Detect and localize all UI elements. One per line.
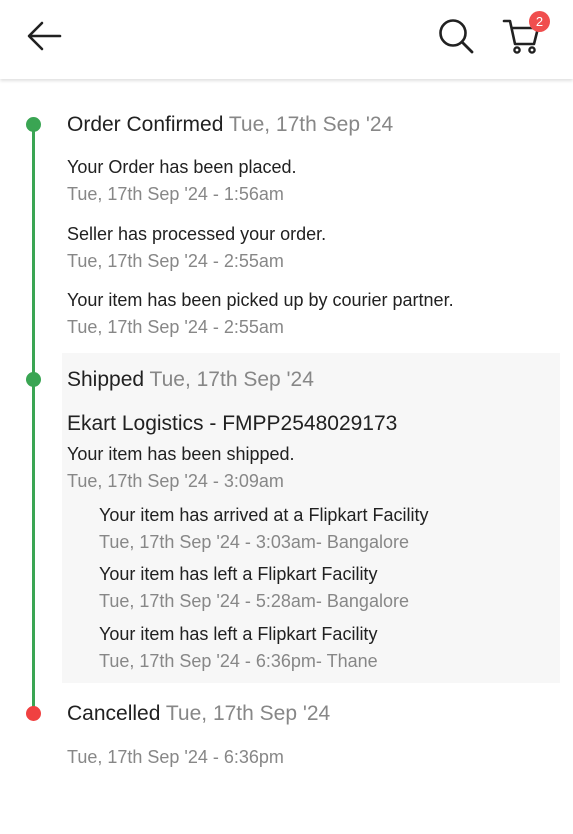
status-heading-cancelled: Cancelled Tue, 17th Sep '24 (67, 702, 330, 726)
event-time: Tue, 17th Sep '24 - 3:09am (67, 471, 284, 491)
status-dot-cancelled (26, 706, 41, 721)
sub-event-time: Tue, 17th Sep '24 - 6:36pm- Thane (99, 651, 378, 671)
status-title: Cancelled (67, 702, 161, 725)
sub-event-time: Tue, 17th Sep '24 - 3:03am- Bangalore (99, 532, 409, 552)
event-text: Your item has been shipped. (67, 444, 295, 464)
sub-event-text: Your item has arrived at a Flipkart Faci… (99, 505, 429, 525)
status-title: Shipped (67, 368, 145, 391)
event-time: Tue, 17th Sep '24 - 1:56am (67, 184, 284, 204)
event-text: Your item has been picked up by courier … (67, 290, 454, 310)
sub-event-text: Your item has left a Flipkart Facility (99, 564, 378, 584)
status-date: Tue, 17th Sep '24 (228, 113, 394, 136)
courier-tracking-id: Ekart Logistics - FMPP2548029173 (67, 412, 398, 435)
status-heading-shipped: Shipped Tue, 17th Sep '24 (67, 368, 314, 392)
event-time: Tue, 17th Sep '24 - 6:36pm (67, 747, 284, 767)
sub-event-time: Tue, 17th Sep '24 - 5:28am- Bangalore (99, 591, 409, 611)
event-text: Your Order has been placed. (67, 157, 297, 177)
status-dot-confirmed (26, 117, 41, 132)
event-text: Seller has processed your order. (67, 224, 327, 244)
status-date: Tue, 17th Sep '24 (149, 368, 314, 391)
status-title: Order Confirmed (67, 113, 224, 136)
arrow-left-icon[interactable] (26, 20, 62, 52)
cart-count-badge: 2 (529, 11, 550, 32)
timeline-line-shipped (32, 380, 35, 714)
event-time: Tue, 17th Sep '24 - 2:55am (67, 317, 284, 337)
sub-event-text: Your item has left a Flipkart Facility (99, 624, 378, 644)
status-dot-shipped (26, 372, 41, 387)
status-date: Tue, 17th Sep '24 (165, 702, 331, 725)
timeline-line-confirmed (32, 128, 35, 380)
event-time: Tue, 17th Sep '24 - 2:55am (67, 251, 284, 271)
search-icon[interactable] (437, 17, 475, 55)
status-heading-confirmed: Order Confirmed Tue, 17th Sep '24 (67, 113, 393, 137)
top-bar: 2 (0, 0, 573, 79)
